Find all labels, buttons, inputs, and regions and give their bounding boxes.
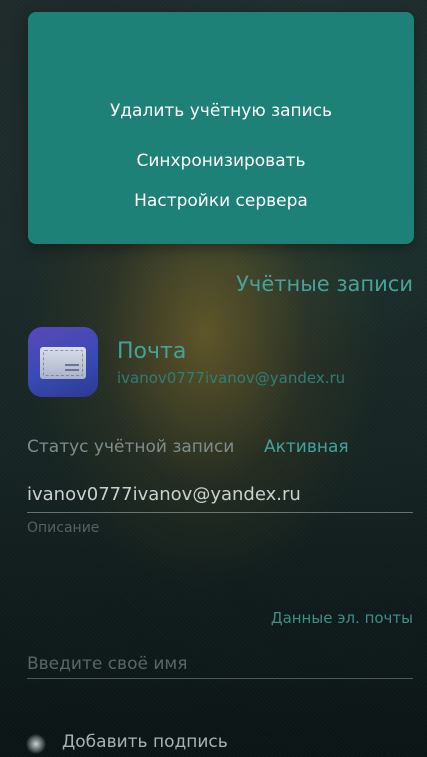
account-name-field[interactable]: ivanov0777ivanov@yandex.ru: [27, 484, 301, 505]
account-email: ivanov0777ivanov@yandex.ru: [117, 369, 346, 387]
description-caption: Описание: [27, 520, 100, 536]
add-signature-label: Добавить подпись: [62, 732, 228, 752]
menu-item-sync[interactable]: Синхронизировать: [28, 146, 414, 176]
field-underline: [27, 512, 413, 513]
name-input[interactable]: [27, 650, 413, 679]
page-title: Учётные записи: [236, 272, 413, 296]
account-status-label: Статус учётной записи: [27, 437, 235, 457]
mail-envelope-icon: [28, 327, 98, 397]
menu-item-server-settings[interactable]: Настройки сервера: [28, 186, 414, 216]
switch-indicator-icon[interactable]: [26, 734, 46, 754]
email-data-section-label: Данные эл. почты: [270, 609, 413, 627]
add-signature-switch[interactable]: Добавить подпись: [22, 728, 322, 757]
menu-item-delete-account[interactable]: Удалить учётную запись: [28, 96, 414, 126]
account-app-name: Почта: [117, 339, 187, 364]
account-status-value: Активная: [264, 437, 349, 457]
context-menu: Удалить учётную запись Синхронизировать …: [28, 12, 414, 244]
